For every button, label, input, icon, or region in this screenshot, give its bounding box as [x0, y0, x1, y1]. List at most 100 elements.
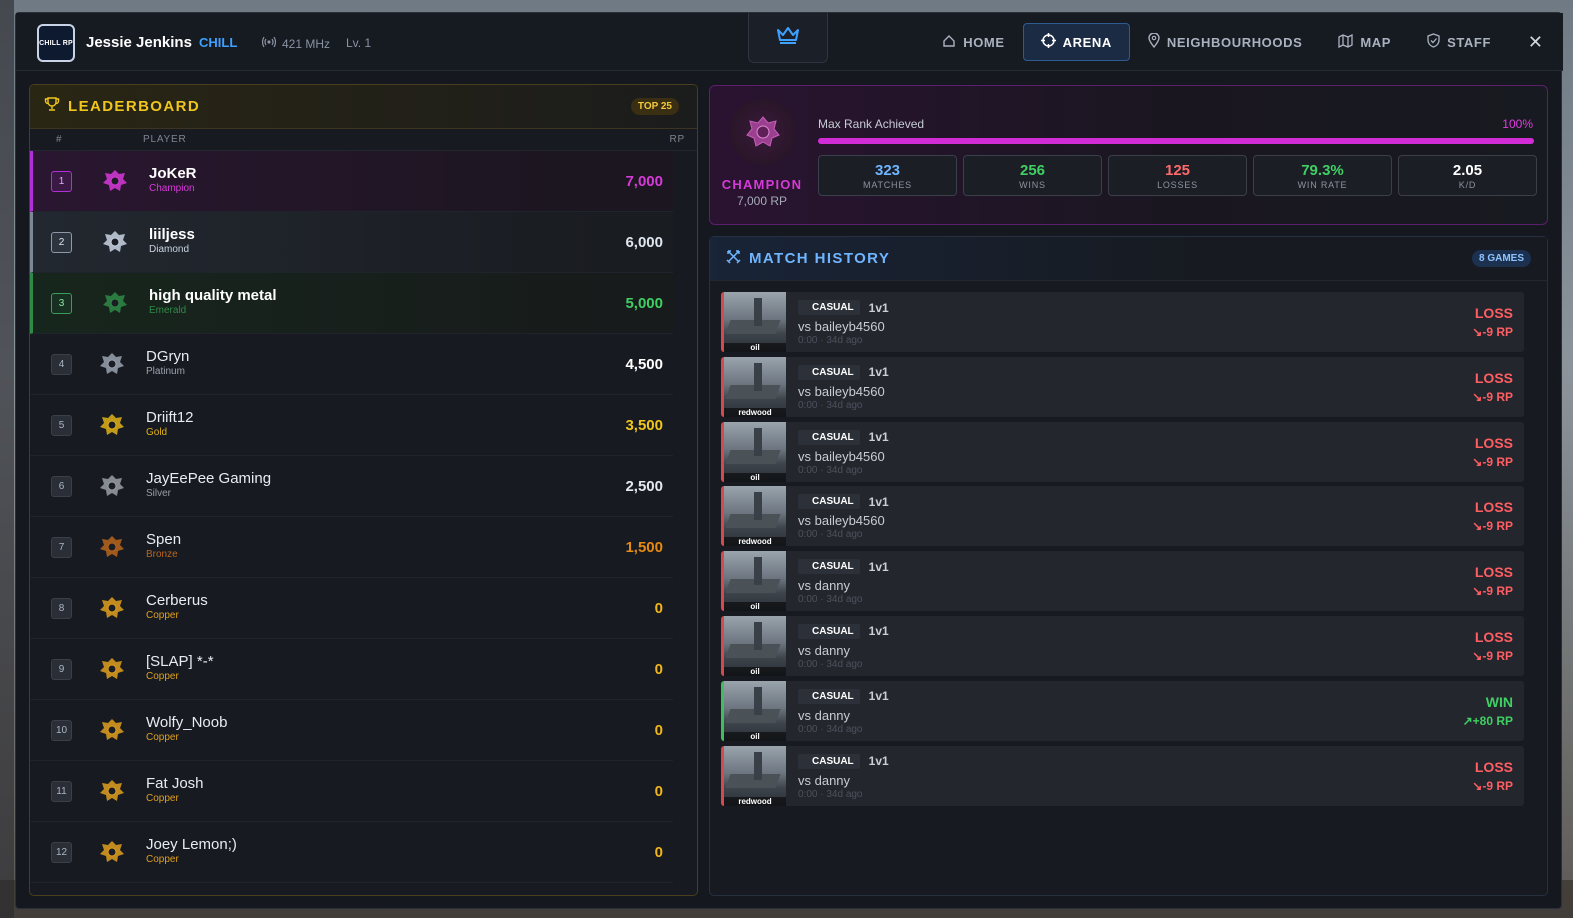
match-result: LOSS — [1474, 564, 1513, 581]
arena-window: CHILL RP Jessie Jenkins CHILL 421 MHz Lv… — [15, 12, 1563, 909]
match-mode: CASUAL 1v1 — [798, 429, 889, 445]
player-info: JayEePee Gaming Silver — [146, 470, 271, 499]
match-rp-change: ↘-9 RP — [1472, 325, 1513, 339]
top-badge: TOP 25 — [630, 98, 679, 115]
match-row[interactable]: oil CASUAL 1v1 vs baileyb4560 0:00 · 34d ago… — [721, 292, 1524, 352]
leaderboard-rows: 1 JoKeR Champion 7,000 2 liiljess Diamond 6,000… — [30, 151, 697, 883]
match-format: 1v1 — [868, 300, 889, 315]
stat-tile: 125 LOSSES — [1108, 155, 1247, 196]
player-name: [SLAP] *-* — [146, 653, 214, 670]
stat-tiles: 323 MATCHES 256 WINS 125 LOSSES 79.3% WIN RATE 2… — [818, 155, 1537, 196]
main-nav: HOME ARENA NEIGHBOURHOODS MAP STAFF ✕ — [924, 23, 1543, 61]
leaderboard-row[interactable]: 11 Fat Josh Copper 0 — [30, 761, 673, 822]
rank-number: 4 — [51, 353, 72, 375]
rank-emblem-icon — [101, 167, 129, 195]
match-format: 1v1 — [868, 430, 889, 445]
stat-value: 79.3% — [1301, 162, 1344, 179]
map-name: oil — [724, 731, 786, 741]
match-type: CASUAL — [798, 429, 860, 445]
match-row[interactable]: redwood CASUAL 1v1 vs baileyb4560 0:00 · 34d… — [721, 486, 1524, 547]
thumbnail-ground — [725, 579, 781, 594]
match-mode: CASUAL 1v1 — [798, 364, 889, 380]
thumbnail-tower — [754, 492, 762, 521]
match-mode: CASUAL 1v1 — [798, 300, 889, 315]
player-tier: Emerald — [149, 305, 187, 316]
radio-frequency: 421 MHz — [261, 36, 330, 51]
player-name: Joey Lemon;) — [146, 836, 237, 853]
match-result: LOSS — [1474, 369, 1513, 386]
crown-tab[interactable] — [748, 13, 828, 63]
match-format: 1v1 — [868, 365, 889, 380]
leaderboard-row[interactable]: 4 DGryn Platinum 4,500 — [30, 334, 673, 395]
match-format: 1v1 — [868, 689, 889, 704]
leaderboard-row[interactable]: 6 JayEePee Gaming Silver 2,500 — [30, 456, 673, 517]
match-row[interactable]: oil CASUAL 1v1 vs danny 0:00 · 34d ago LOSS ↘-… — [721, 615, 1524, 676]
player-tier: Copper — [146, 610, 179, 621]
nav-neighbourhoods-label: NEIGHBOURHOODS — [1166, 34, 1303, 50]
player-rp: 0 — [654, 721, 663, 739]
leaderboard-row[interactable]: 3 high quality metal Emerald 5,000 — [30, 273, 673, 334]
leaderboard-header: LEADERBOARD TOP 25 — [30, 85, 697, 129]
match-type: CASUAL — [798, 364, 860, 380]
match-format: 1v1 — [868, 754, 889, 769]
map-name: oil — [724, 602, 786, 612]
leaderboard-title: LEADERBOARD — [68, 98, 201, 115]
nav-neighbourhoods[interactable]: NEIGHBOURHOODS — [1130, 23, 1321, 61]
player-rp: 6,000 — [625, 233, 663, 251]
player-tier: Platinum — [146, 366, 185, 377]
match-meta: 0:00 · 34d ago — [798, 594, 863, 606]
player-tier: Copper — [146, 793, 179, 804]
leaderboard-row[interactable]: 5 Driift12 Gold 3,500 — [30, 395, 673, 456]
rank-number: 9 — [51, 658, 72, 680]
nav-arena[interactable]: ARENA — [1022, 23, 1130, 61]
player-rp: 5,000 — [625, 294, 663, 312]
thumbnail-ground — [725, 708, 781, 723]
player-info: Fat Josh Copper — [146, 775, 204, 804]
match-history-title: MATCH HISTORY — [749, 250, 891, 267]
leaderboard-row[interactable]: 10 Wolfy_Noob Copper 0 — [30, 700, 673, 761]
match-format: 1v1 — [868, 559, 889, 574]
leaderboard-row[interactable]: 12 Joey Lemon;) Copper 0 — [30, 822, 673, 883]
match-row[interactable]: oil CASUAL 1v1 vs baileyb4560 0:00 · 34d ago… — [721, 421, 1524, 482]
thumbnail-ground — [725, 320, 781, 334]
match-mode: CASUAL 1v1 — [798, 623, 889, 639]
player-rp: 3,500 — [625, 416, 663, 434]
map-icon — [1338, 33, 1354, 51]
nav-staff-label: STAFF — [1447, 34, 1491, 50]
map-name: oil — [724, 472, 786, 482]
close-icon[interactable]: ✕ — [1509, 32, 1543, 53]
match-rp-change: ↘-9 RP — [1472, 454, 1513, 469]
player-tier: Copper — [146, 854, 179, 865]
leaderboard-row[interactable]: 7 Spen Bronze 1,500 — [30, 517, 673, 578]
match-mode: CASUAL 1v1 — [798, 688, 889, 704]
stat-tile: 256 WINS — [963, 155, 1102, 196]
rank-emblem-icon — [98, 716, 126, 744]
player-tier: Champion — [149, 183, 195, 194]
nav-map[interactable]: MAP — [1320, 23, 1409, 61]
leaderboard-row[interactable]: 2 liiljess Diamond 6,000 — [30, 212, 673, 273]
match-opponent: vs baileyb4560 — [798, 513, 885, 529]
leaderboard-row[interactable]: 1 JoKeR Champion 7,000 — [30, 151, 673, 212]
match-row[interactable]: redwood CASUAL 1v1 vs baileyb4560 0:00 · 34d… — [721, 356, 1524, 417]
stat-value: 256 — [1019, 162, 1046, 179]
top-bar: CHILL RP Jessie Jenkins CHILL 421 MHz Lv… — [16, 13, 1563, 71]
stat-label: WIN RATE — [1297, 180, 1348, 190]
match-row[interactable]: oil CASUAL 1v1 vs danny 0:00 · 34d ago WIN ↗+8… — [721, 680, 1524, 741]
match-opponent: vs baileyb4560 — [798, 319, 885, 334]
player-rp: 0 — [654, 599, 663, 617]
match-row[interactable]: oil CASUAL 1v1 vs danny 0:00 · 34d ago LOSS ↘-… — [721, 551, 1524, 612]
leaderboard-row[interactable]: 9 [SLAP] *-* Copper 0 — [30, 639, 673, 700]
rank-number: 8 — [51, 597, 72, 619]
nav-home[interactable]: HOME — [924, 23, 1022, 61]
stat-value: 125 — [1164, 162, 1191, 179]
leaderboard-row[interactable]: 8 Cerberus Copper 0 — [30, 578, 673, 639]
nav-staff[interactable]: STAFF — [1409, 23, 1509, 61]
player-tier: Copper — [146, 732, 179, 743]
player-name: high quality metal — [149, 287, 277, 304]
player-name: Wolfy_Noob — [146, 714, 228, 731]
match-result: LOSS — [1474, 628, 1513, 645]
stat-tile: 323 MATCHES — [818, 155, 957, 196]
match-row[interactable]: redwood CASUAL 1v1 vs danny 0:00 · 34d ago LO… — [721, 745, 1524, 806]
leaderboard-panel: LEADERBOARD TOP 25 # PLAYER RP 1 JoKeR Cha… — [29, 84, 698, 896]
map-thumbnail: redwood — [724, 486, 786, 547]
